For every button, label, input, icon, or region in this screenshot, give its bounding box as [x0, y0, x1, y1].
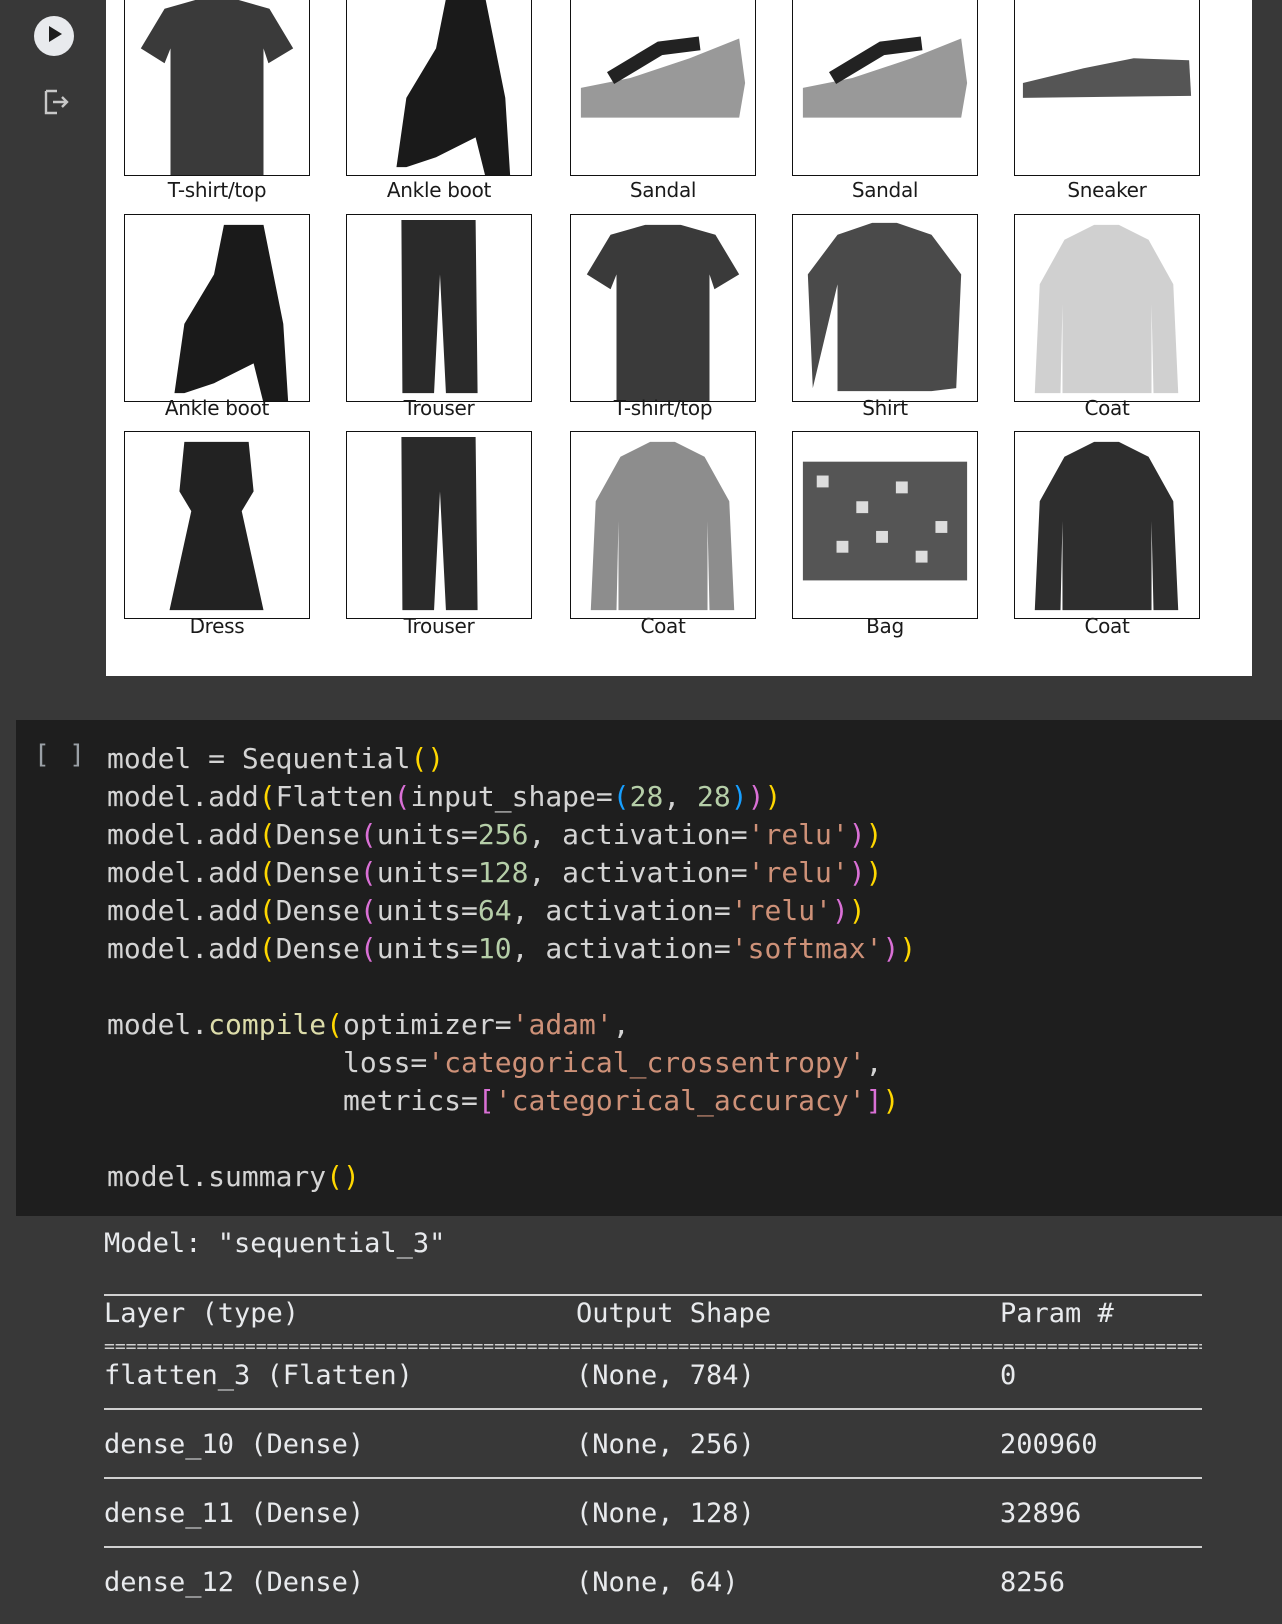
output-shape-cell: (None, 256) [576, 1429, 755, 1460]
layer-name-cell: dense_10 (Dense) [104, 1429, 365, 1460]
image-tile [346, 0, 532, 176]
image-label: Coat [1084, 396, 1130, 420]
image-label: Sandal [629, 178, 697, 202]
param-count-cell: 8256 [1000, 1567, 1066, 1598]
image-tile [1014, 214, 1200, 402]
summary-row-rule [104, 1477, 1202, 1479]
image-tile [346, 214, 532, 402]
image-label: Shirt [862, 396, 908, 420]
image-label: Ankle boot [164, 396, 270, 420]
image-label: Coat [640, 614, 686, 638]
col-header-layer: Layer (type) [104, 1298, 300, 1329]
summary-title: Model: "sequential_3" [104, 1228, 446, 1259]
summary-header-rule: ========================================… [104, 1342, 1202, 1352]
output-shape-cell: (None, 128) [576, 1498, 755, 1529]
image-tile [570, 214, 756, 402]
image-label: Dress [189, 614, 245, 638]
image-tile [792, 431, 978, 619]
col-header-params: Param # [1000, 1298, 1114, 1329]
image-tile [346, 431, 532, 619]
code-cell[interactable]: [ ] model = Sequential() model.add(Flatt… [16, 720, 1282, 1216]
clear-output-button[interactable] [38, 86, 74, 122]
image-tile [792, 0, 978, 176]
summary-top-rule [104, 1294, 1202, 1296]
optimizer-string: 'adam' [511, 1008, 613, 1041]
layer-name-cell: dense_11 (Dense) [104, 1498, 365, 1529]
image-tile [1014, 431, 1200, 619]
image-label: Trouser [403, 396, 475, 420]
image-label: Ankle boot [386, 178, 492, 202]
layer-name-cell: flatten_3 (Flatten) [104, 1360, 413, 1391]
image-tile [792, 214, 978, 402]
image-tile [570, 0, 756, 176]
image-label: Sandal [851, 178, 919, 202]
code-editor[interactable]: model = Sequential() model.add(Flatten(i… [107, 740, 916, 1196]
image-tile [124, 431, 310, 619]
play-icon [43, 23, 65, 49]
metric-string: 'categorical_accuracy' [494, 1084, 866, 1117]
execution-count: [ ] [34, 740, 87, 770]
image-label: Sneaker [1067, 178, 1147, 202]
image-label: Bag [866, 614, 904, 638]
image-tile [124, 0, 310, 176]
image-label: Coat [1084, 614, 1130, 638]
param-count-cell: 32896 [1000, 1498, 1082, 1529]
col-header-shape: Output Shape [576, 1298, 772, 1329]
relu-string: 'relu' [730, 894, 832, 927]
output-shape-cell: (None, 784) [576, 1360, 755, 1391]
image-label: T-shirt/top [613, 396, 713, 420]
layer-name-cell: dense_12 (Dense) [104, 1567, 365, 1598]
output-shape-cell: (None, 64) [576, 1567, 739, 1598]
summary-row-rule [104, 1546, 1202, 1548]
relu-string: 'relu' [747, 818, 849, 851]
image-label: Trouser [403, 614, 475, 638]
softmax-string: 'softmax' [730, 932, 883, 965]
param-count-cell: 0 [1000, 1360, 1017, 1391]
output-gutter [0, 0, 106, 700]
image-tile [1014, 0, 1200, 176]
run-cell-button[interactable] [34, 16, 74, 56]
relu-string: 'relu' [747, 856, 849, 889]
summary-row-rule [104, 1408, 1202, 1410]
image-tile [570, 431, 756, 619]
param-count-cell: 200960 [1000, 1429, 1098, 1460]
loss-string: 'categorical_crossentropy' [427, 1046, 866, 1079]
image-grid-figure: T-shirt/top Ankle boot Sandal Sandal Sneaker… [106, 0, 1252, 676]
image-tile [124, 214, 310, 402]
image-label: T-shirt/top [167, 178, 267, 202]
clear-output-icon [41, 87, 71, 121]
